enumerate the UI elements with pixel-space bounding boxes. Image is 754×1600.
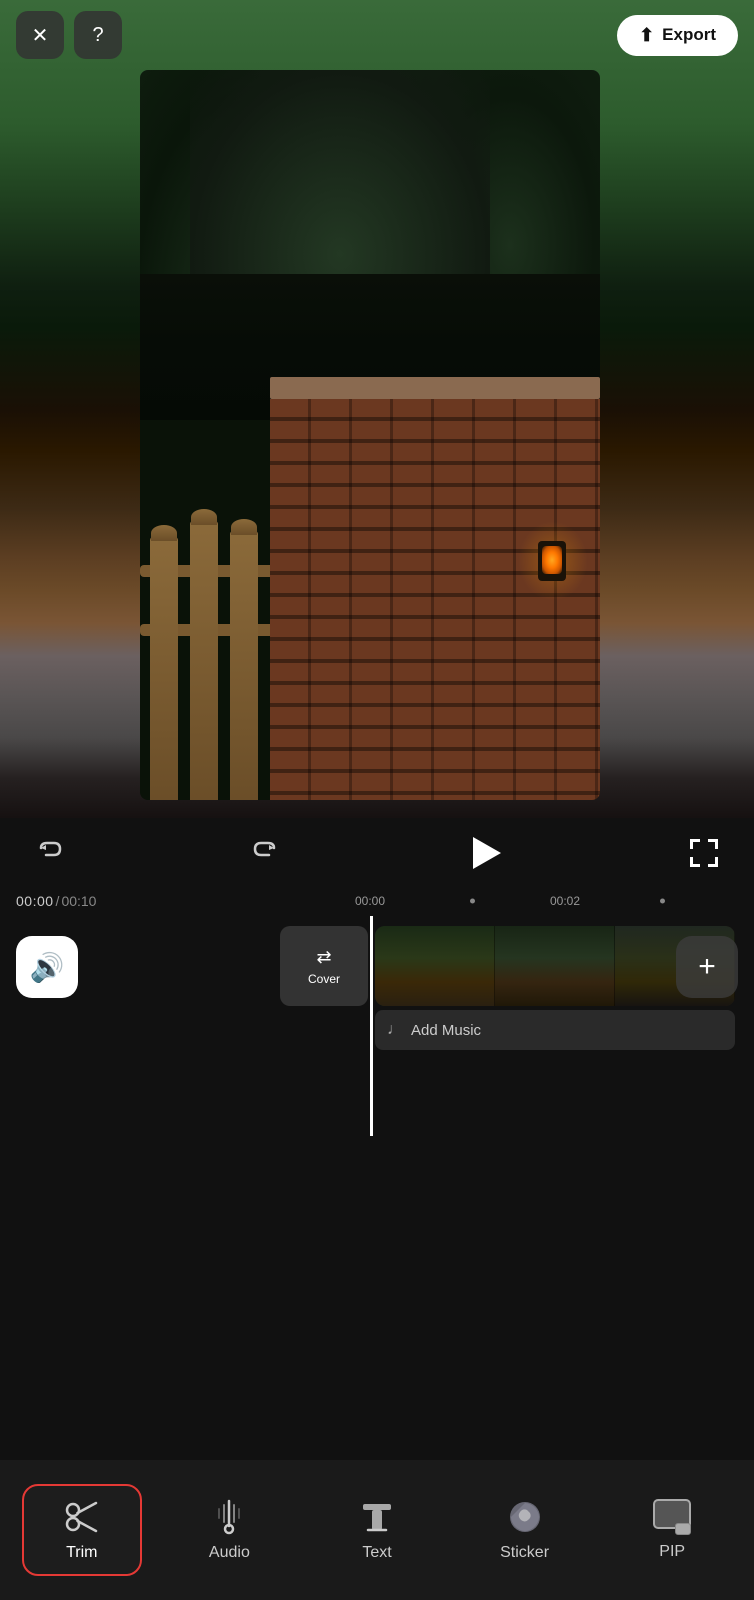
export-label: Export [662,25,716,45]
timeline-playhead[interactable] [370,916,373,1136]
audio-icon: 🔊 [30,951,65,984]
upload-icon: ⬆ [639,25,654,46]
redo-button[interactable] [243,831,287,875]
undo-icon [36,839,64,867]
scissors-icon [63,1498,101,1536]
cover-clip[interactable]: ⇄ Cover [280,926,368,1006]
sticker-label: Sticker [500,1544,549,1562]
top-bar: ✕ ? ⬆ Export [0,0,754,70]
lantern [538,541,570,591]
brick-wall [270,399,600,801]
audio-button[interactable]: 🔊 [16,936,78,998]
audio-label: Audio [209,1544,250,1562]
timeline-markers: 00:00 00:02 [0,886,754,916]
fullscreen-button[interactable] [682,831,726,875]
text-tool[interactable]: Text [317,1486,437,1574]
clip-segment-2 [495,926,615,1006]
audio-tool[interactable]: Audio [169,1486,289,1574]
text-label: Text [362,1544,391,1562]
add-music-bar[interactable]: ♩ Add Music [375,1010,735,1050]
play-button[interactable] [459,827,511,879]
audio-tool-icon [210,1498,248,1536]
pip-label: PIP [659,1543,685,1561]
top-bar-left: ✕ ? [16,11,122,59]
redo-icon [251,839,279,867]
help-icon: ? [92,24,103,47]
dot-2 [660,899,665,904]
undo-button[interactable] [28,831,72,875]
clip-segment-1 [375,926,495,1006]
cover-swap-icon: ⇄ [316,947,331,968]
trim-tool[interactable]: Trim [22,1484,142,1576]
marker-2: 00:02 [550,894,580,908]
video-frame [140,70,600,800]
scene-container [140,70,600,800]
help-button[interactable]: ? [74,11,122,59]
cover-label: Cover [308,972,340,986]
play-icon [473,837,501,869]
close-button[interactable]: ✕ [16,11,64,59]
controls-bar [0,818,754,888]
video-background [0,0,754,820]
video-preview [0,0,754,820]
timeline-area[interactable]: 🔊 ⇄ Cover + ♩ Add Music [0,916,754,1136]
brick-top [270,377,600,399]
marker-0: 00:00 [355,894,385,908]
pip-icon [653,1499,691,1535]
add-music-label: Add Music [411,1022,481,1039]
close-icon: ✕ [32,23,49,48]
plus-icon: + [698,950,716,984]
pip-tool[interactable]: PIP [612,1487,732,1573]
bottom-toolbar: Trim Audio Text Sticker [0,1460,754,1600]
add-clip-button[interactable]: + [676,936,738,998]
fullscreen-icon [690,839,718,867]
export-button[interactable]: ⬆ Export [617,15,738,56]
text-tool-icon [358,1498,396,1536]
sticker-tool-icon [506,1498,544,1536]
dot-1 [470,899,475,904]
trim-label: Trim [66,1544,97,1562]
sticker-tool[interactable]: Sticker [465,1486,585,1574]
music-note-icon: ♩ [387,1021,403,1039]
